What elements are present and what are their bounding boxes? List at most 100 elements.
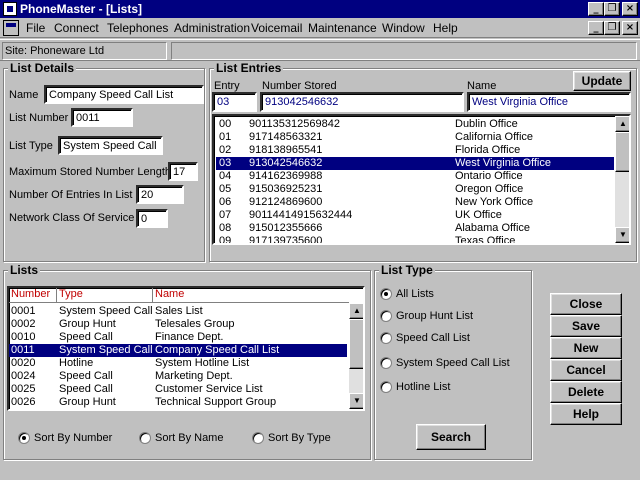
list-type-radio[interactable] (380, 381, 392, 393)
entry-row[interactable]: 01 917148563321 California Office (216, 131, 614, 144)
scroll-up-icon[interactable]: ▲ (615, 116, 629, 132)
ncos-field[interactable]: 0 (136, 209, 168, 228)
search-button[interactable]: Search (416, 424, 486, 450)
update-button[interactable]: Update (573, 71, 631, 91)
lists-scroll-up-icon[interactable]: ▲ (349, 303, 363, 319)
close-icon[interactable]: × (622, 2, 638, 16)
menu-administration[interactable]: Administration (174, 21, 250, 35)
minimize-icon[interactable]: _ (588, 2, 604, 16)
list-row[interactable]: 0026 Group Hunt Technical Support Group (9, 396, 347, 409)
lists-scroll-thumb[interactable] (349, 319, 363, 369)
list-type-option-label[interactable]: Group Hunt List (396, 310, 473, 322)
max-length-field[interactable]: 17 (168, 162, 198, 181)
entry-row[interactable]: 03 913042546632 West Virginia Office (216, 157, 614, 170)
document-icon[interactable] (3, 20, 19, 36)
list-row[interactable]: 0001 System Speed Call Sales List (9, 305, 347, 318)
list-type: Speed Call (59, 383, 113, 395)
list-row[interactable]: 0011 System Speed Call Company Speed Call … (9, 344, 347, 357)
list-type-radio[interactable] (380, 310, 392, 322)
list-row[interactable]: 0025 Speed Call Customer Service List (9, 383, 347, 396)
number-edit-field[interactable]: 913042546632 (260, 92, 464, 112)
cancel-button[interactable]: Cancel (550, 359, 622, 381)
list-type-field[interactable]: System Speed Call (58, 136, 163, 155)
list-name: Company Speed Call List (155, 344, 280, 356)
lists-listbox[interactable]: Number Type Name 0001 System Speed Call Sa… (7, 286, 365, 411)
entries-count-label: Number Of Entries In List (9, 189, 133, 201)
lists-scroll-down-icon[interactable]: ▼ (349, 393, 363, 409)
list-row[interactable]: 0002 Group Hunt Telesales Group (9, 318, 347, 331)
sort-by-number-label[interactable]: Sort By Number (34, 432, 112, 444)
entry-row[interactable]: 08 915012355666 Alabama Office (216, 222, 614, 235)
list-type-radio[interactable] (380, 288, 392, 300)
entry-number: 915036925231 (249, 183, 323, 195)
menu-telephones[interactable]: Telephones (107, 21, 168, 35)
list-name: Customer Service List (155, 383, 263, 395)
menu-help[interactable]: Help (433, 21, 458, 35)
menu-maintenance[interactable]: Maintenance (308, 21, 377, 35)
menu-window[interactable]: Window (382, 21, 425, 35)
restore-icon[interactable]: ❐ (604, 2, 620, 16)
entry-row[interactable]: 06 912124869600 New York Office (216, 196, 614, 209)
list-number: 0020 (11, 357, 36, 369)
list-type-option-label[interactable]: Hotline List (396, 381, 450, 393)
list-name: Sales List (155, 305, 203, 317)
site-bar: Site: Phoneware Ltd (0, 39, 640, 61)
menu-file[interactable]: File (26, 21, 45, 35)
list-number: 0011 (11, 344, 35, 356)
sort-by-type-label[interactable]: Sort By Type (268, 432, 331, 444)
entry-row[interactable]: 05 915036925231 Oregon Office (216, 183, 614, 196)
list-type-radio[interactable] (380, 357, 392, 369)
app-icon[interactable] (3, 2, 17, 16)
menu-voicemail[interactable]: Voicemail (251, 21, 302, 35)
entries-listbox[interactable]: 00 901135312569842 Dublin Office 01 91714856… (212, 114, 631, 245)
help-button[interactable]: Help (550, 403, 622, 425)
entries-scrollbar[interactable]: ▲ ▼ (615, 116, 629, 243)
list-number: 0001 (11, 305, 36, 317)
delete-button[interactable]: Delete (550, 381, 622, 403)
sort-by-name-label[interactable]: Sort By Name (155, 432, 223, 444)
entry-row[interactable]: 04 914162369988 Ontario Office (216, 170, 614, 183)
list-type-option-label[interactable]: Speed Call List (396, 332, 470, 344)
entry-edit-field[interactable]: 03 (212, 92, 257, 112)
new-button[interactable]: New (550, 337, 622, 359)
sort-by-type-radio[interactable] (252, 432, 264, 444)
child-minimize-icon[interactable]: _ (588, 21, 604, 35)
list-row[interactable]: 0020 Hotline System Hotline List (9, 357, 347, 370)
child-close-icon[interactable]: × (622, 21, 638, 35)
list-number-field[interactable]: 0011 (71, 108, 133, 127)
child-restore-icon[interactable]: ❐ (604, 21, 620, 35)
entry-name: California Office (455, 131, 534, 143)
number-column-header[interactable]: Number (9, 288, 57, 302)
list-row[interactable]: 0010 Speed Call Finance Dept. (9, 331, 347, 344)
type-column-header[interactable]: Type (57, 288, 153, 302)
list-type-radio[interactable] (380, 332, 392, 344)
name-column-header[interactable]: Name (153, 288, 349, 302)
close-button[interactable]: Close (550, 293, 622, 315)
list-row[interactable]: 0024 Speed Call Marketing Dept. (9, 370, 347, 383)
name-edit-field[interactable]: West Virginia Office (467, 92, 631, 112)
entry-entry: 05 (219, 183, 232, 195)
status-panel (171, 42, 637, 60)
menu-connect[interactable]: Connect (54, 21, 99, 35)
lists-scrollbar[interactable]: ▲ ▼ (349, 303, 363, 409)
entry-name: Alabama Office (455, 222, 531, 234)
list-type-option-label[interactable]: All Lists (396, 288, 434, 300)
name-label: Name (9, 89, 39, 101)
list-name: Marketing Dept. (155, 370, 233, 382)
ncos-label: Network Class Of Service (9, 212, 135, 224)
scroll-thumb[interactable] (615, 132, 629, 172)
entries-count-field[interactable]: 20 (136, 185, 184, 204)
entry-row[interactable]: 02 918138965541 Florida Office (216, 144, 614, 157)
entry-number: 917139735600 (249, 235, 323, 245)
sort-by-number-radio[interactable] (18, 432, 30, 444)
list-name-field[interactable]: Company Speed Call List (44, 85, 204, 104)
entry-row[interactable]: 00 901135312569842 Dublin Office (216, 118, 614, 131)
list-type-label: List Type (9, 140, 53, 152)
save-button[interactable]: Save (550, 315, 622, 337)
list-name: Technical Support Group (155, 396, 277, 408)
entry-row[interactable]: 07 90114414915632444 UK Office (216, 209, 614, 222)
list-type-option-label[interactable]: System Speed Call List (396, 357, 510, 369)
sort-by-name-radio[interactable] (139, 432, 151, 444)
entry-row[interactable]: 09 917139735600 Texas Office (216, 235, 614, 245)
scroll-down-icon[interactable]: ▼ (615, 227, 629, 243)
